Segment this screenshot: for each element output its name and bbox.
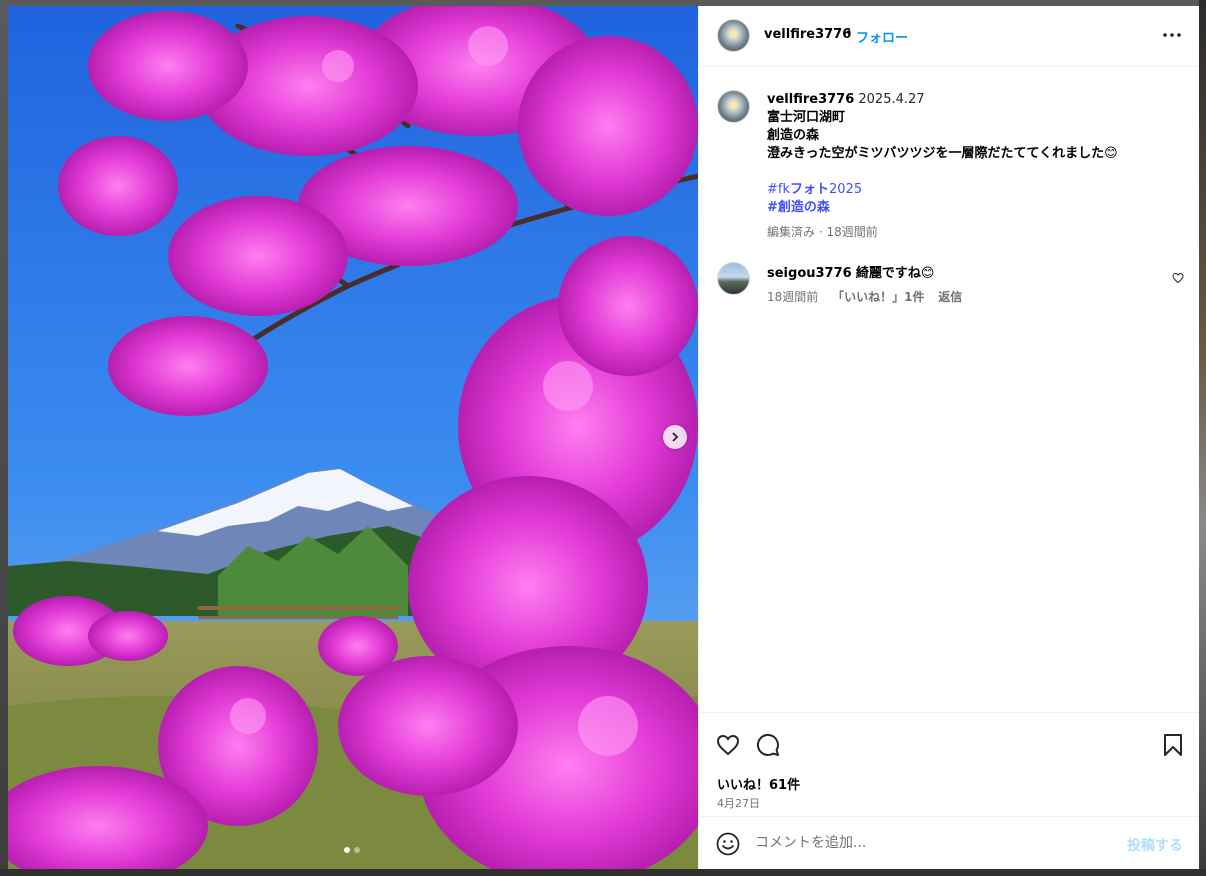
post-actions: いいね！61件 4月27日 — [699, 712, 1199, 823]
commenter-avatar[interactable] — [717, 262, 750, 295]
comment-bubble-icon — [756, 733, 779, 756]
save-button[interactable] — [1163, 733, 1183, 761]
hashtag-fk-photo-2025[interactable]: #fkフォト2025 — [767, 181, 1177, 199]
emoji-smile-icon — [716, 832, 740, 856]
background-edge-bottom — [0, 869, 1206, 876]
caption-line-3: 澄みきった空がミツバツツジを一層際だたててくれました😊 — [767, 146, 1118, 161]
hashtag-souzou-no-mori[interactable]: #創造の森 — [767, 199, 1177, 217]
follow-button[interactable]: フォロー — [856, 27, 908, 46]
caption-avatar[interactable] — [717, 90, 750, 123]
comment-body: seigou3776 綺麗ですね😊 — [767, 262, 934, 281]
like-button[interactable] — [716, 733, 740, 761]
hashtag-prefix: #fk — [767, 182, 790, 197]
heart-outline-icon — [716, 734, 740, 756]
comment-composer: 投稿する — [699, 816, 1199, 869]
photo-scene — [8, 6, 698, 869]
likes-count[interactable]: いいね！61件 — [717, 774, 800, 793]
comment-username[interactable]: seigou3776 — [767, 266, 852, 281]
post-modal: vellfire3776 • フォロー vellfire3776 2025.4.… — [8, 6, 1199, 869]
next-photo-button[interactable] — [663, 425, 687, 449]
header-separator: • — [845, 26, 853, 41]
post-photo — [8, 6, 698, 869]
bookmark-outline-icon — [1164, 734, 1182, 756]
hashtag-highlight: フォト — [790, 182, 830, 197]
caption-header: vellfire3776 2025.4.27 — [767, 91, 1177, 109]
heart-outline-icon — [1172, 272, 1184, 284]
post-comment-button[interactable]: 投稿する — [1127, 835, 1183, 855]
caption-line-2: 創造の森 — [767, 128, 820, 143]
hashtag-suffix: 2025 — [829, 182, 863, 197]
carousel-dot-active — [344, 847, 350, 853]
profile-avatar[interactable] — [717, 19, 750, 52]
emoji-button[interactable] — [716, 832, 740, 860]
comment-likes-link[interactable]: 「いいね！」1件 — [832, 290, 924, 304]
comment-input[interactable] — [755, 832, 1105, 854]
carousel-indicator — [344, 847, 360, 853]
comment-button[interactable] — [756, 733, 780, 761]
header-username[interactable]: vellfire3776 — [764, 27, 851, 42]
background-edge-right — [1199, 0, 1206, 876]
comment-time: 18週間前 — [767, 290, 819, 304]
more-options-button[interactable] — [1161, 25, 1183, 45]
more-horizontal-icon — [1163, 33, 1181, 37]
comment-like-button[interactable] — [1172, 269, 1184, 288]
carousel-dot — [354, 847, 360, 853]
caption-line-1: 富士河口湖町 — [767, 110, 846, 125]
caption-meta: 編集済み · 18週間前 — [767, 225, 878, 239]
chevron-right-icon — [672, 432, 679, 442]
comment-meta: 18週間前 「いいね！」1件 返信 — [767, 288, 972, 305]
comment-reply-button[interactable]: 返信 — [938, 290, 962, 304]
post-date: 4月27日 — [717, 797, 760, 810]
post-header: vellfire3776 • フォロー — [699, 6, 1199, 67]
caption-username[interactable]: vellfire3776 — [767, 92, 854, 107]
post-caption: vellfire3776 2025.4.27 富士河口湖町 創造の森 澄みきった… — [767, 91, 1177, 217]
post-details-pane: vellfire3776 • フォロー vellfire3776 2025.4.… — [698, 6, 1199, 869]
hashtag-prefix: # — [767, 200, 778, 215]
caption-date: 2025.4.27 — [858, 92, 925, 107]
hashtag-highlight: 創造の森 — [777, 200, 830, 215]
comment-text: 綺麗ですね😊 — [855, 266, 935, 281]
